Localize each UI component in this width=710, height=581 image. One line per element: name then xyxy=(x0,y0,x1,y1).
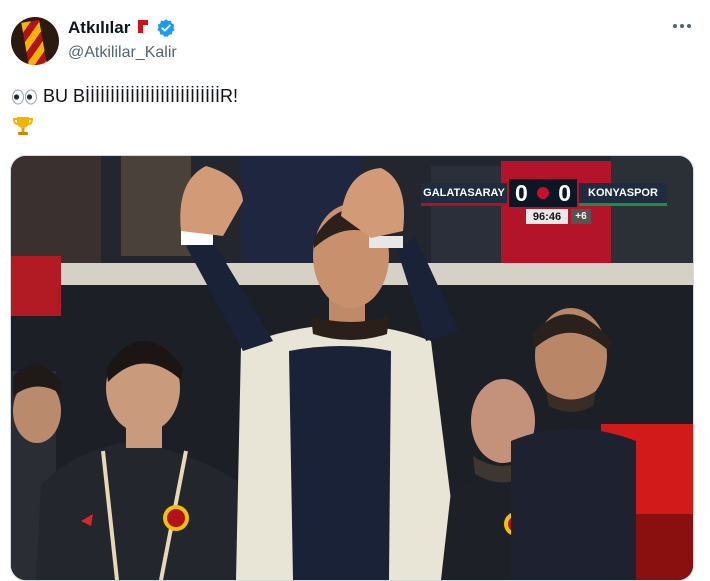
author-name-row: Atkılılar xyxy=(68,18,176,38)
tweet-text: BU BİİİİİİİİİİİİİİİİİİİİİİİİİİİR! xyxy=(43,86,239,106)
scarf-emoji xyxy=(138,20,149,36)
avatar[interactable] xyxy=(11,17,59,65)
home-score: 0 xyxy=(515,179,528,206)
tweet-text-line: BU BİİİİİİİİİİİİİİİİİİİİİİİİİİİR! xyxy=(11,86,238,107)
more-icon[interactable] xyxy=(670,14,694,38)
eyes-emoji xyxy=(12,89,37,104)
scoreboard-overlay: GALATASARAY 0 0 KONYASPOR 96:46 +6 xyxy=(421,179,677,229)
author-handle[interactable]: @Atkililar_Kalir xyxy=(68,44,177,62)
away-team-label: KONYASPOR xyxy=(579,183,667,206)
match-clock: 96:46 xyxy=(526,209,568,224)
trophy-emoji xyxy=(12,117,34,135)
added-time: +6 xyxy=(571,209,591,224)
avatar-scarf-graphic xyxy=(21,19,47,65)
ball-icon xyxy=(537,187,549,199)
tweet-media-image[interactable]: GALATASARAY 0 0 KONYASPOR 96:46 +6 xyxy=(10,155,694,581)
away-score: 0 xyxy=(558,179,571,206)
display-name[interactable]: Atkılılar xyxy=(68,18,130,38)
score-box: 0 0 xyxy=(509,179,577,207)
verified-badge-icon xyxy=(157,19,175,37)
home-team-label: GALATASARAY xyxy=(421,183,507,206)
